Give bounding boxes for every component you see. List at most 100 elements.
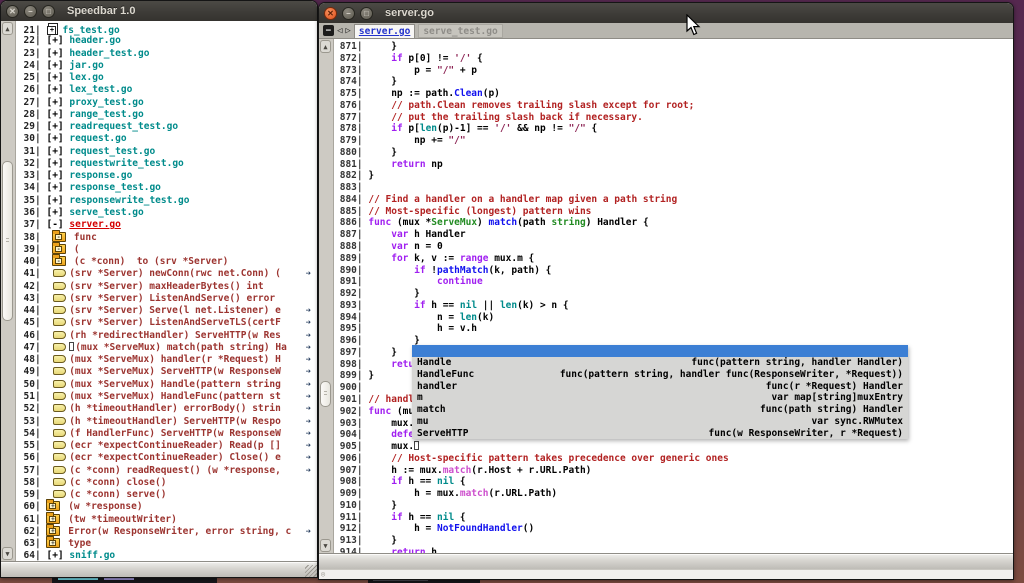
code-line[interactable]: 894| n = len(k) xyxy=(334,312,1013,324)
speedbar-file-item[interactable]: 22| [+] header.go xyxy=(17,35,317,47)
maximize-icon[interactable]: □ xyxy=(360,7,373,20)
code-line[interactable]: 874| } xyxy=(334,76,1013,88)
speedbar-file-item[interactable]: 33| [+] response.go xyxy=(17,170,317,182)
autocomplete-candidate[interactable]: handlerfunc(r *Request) Handler xyxy=(412,381,908,393)
item-label[interactable]: jar.go xyxy=(69,60,103,71)
tag-icon[interactable] xyxy=(53,404,66,412)
close-icon[interactable]: ✕ xyxy=(6,5,19,18)
speedbar-file-item[interactable]: 37| [-] server.go xyxy=(17,219,317,231)
speedbar-file-item[interactable]: 35| [+] responsewrite_test.go xyxy=(17,195,317,207)
code-line[interactable]: 883| xyxy=(334,182,1013,194)
item-label[interactable]: header.go xyxy=(69,35,120,46)
speedbar-tag-item[interactable]: 55| (ecr *expectContinueReader) Read(p [… xyxy=(17,440,317,452)
expand-icon[interactable]: [+] xyxy=(46,133,63,144)
item-label[interactable]: (srv *Server) ListenAndServeTLS(certF xyxy=(69,317,281,328)
autocomplete-candidate[interactable]: HandleFuncfunc(pattern string, handler f… xyxy=(412,369,908,381)
code-line[interactable]: 906| // Host-specific pattern takes prec… xyxy=(334,453,1013,465)
expand-icon[interactable]: [+] xyxy=(46,60,63,71)
speedbar-tag-item[interactable]: 48| (mux *ServeMux) handler(r *Request) … xyxy=(17,354,317,366)
code-line[interactable]: 893| if h == nil || len(k) > n { xyxy=(334,300,1013,312)
code-line[interactable]: 877| // put the trailing slash back if n… xyxy=(334,112,1013,124)
closed-folder-icon[interactable]: + xyxy=(46,501,60,511)
item-label[interactable]: range_test.go xyxy=(69,109,143,120)
item-label[interactable]: proxy_test.go xyxy=(69,97,143,108)
code-line[interactable]: 879| np += "/" xyxy=(334,135,1013,147)
expand-icon[interactable]: [+] xyxy=(46,48,63,59)
file-page-icon[interactable] xyxy=(48,23,58,35)
tag-icon[interactable] xyxy=(53,355,66,363)
item-label[interactable]: (srv *Server) ListenAndServe() error xyxy=(69,293,275,304)
scroll-up-icon[interactable]: ▲ xyxy=(320,40,331,53)
code-line[interactable]: 887| var h Handler xyxy=(334,229,1013,241)
expand-icon[interactable]: [+] xyxy=(46,207,63,218)
code-line[interactable]: 885| // Most-specific (longest) pattern … xyxy=(334,206,1013,218)
tab-back-icon[interactable]: ◁ xyxy=(337,24,342,38)
closed-folder-icon[interactable]: + xyxy=(46,514,60,524)
speedbar-tag-item[interactable]: 63| + type xyxy=(17,538,317,550)
editor-scrollbar-thumb[interactable] xyxy=(320,381,331,407)
minimize-icon[interactable]: – xyxy=(342,7,355,20)
speedbar-file-item[interactable]: 24| [+] jar.go xyxy=(17,60,317,72)
speedbar-titlebar[interactable]: ✕ – □ Speedbar 1.0 xyxy=(1,1,317,21)
speedbar-file-item[interactable]: 21| fs_test.go xyxy=(17,23,317,35)
expand-icon[interactable]: [+] xyxy=(46,158,63,169)
tag-icon[interactable] xyxy=(53,318,66,326)
tag-icon[interactable] xyxy=(53,306,66,314)
item-label[interactable]: server.go xyxy=(69,219,120,230)
expand-icon[interactable]: [+] xyxy=(46,97,63,108)
expand-icon[interactable]: [+] xyxy=(46,109,63,120)
tag-icon[interactable] xyxy=(53,331,66,339)
speedbar-file-item[interactable]: 30| [+] request.go xyxy=(17,133,317,145)
item-label[interactable]: func xyxy=(74,232,97,243)
speedbar-file-item[interactable]: 26| [+] lex_test.go xyxy=(17,84,317,96)
expand-icon[interactable]: [+] xyxy=(46,35,63,46)
expand-icon[interactable]: [+] xyxy=(46,170,63,181)
item-label[interactable]: (h *timeoutHandler) errorBody() strin xyxy=(69,403,281,414)
item-label[interactable]: (f HandlerFunc) ServeHTTP(w ResponseW xyxy=(69,428,281,439)
autocomplete-candidate[interactable]: muvar sync.RWMutex xyxy=(412,416,908,428)
speedbar-file-item[interactable]: 36| [+] serve_test.go xyxy=(17,207,317,219)
speedbar-file-item[interactable]: 64| [+] sniff.go xyxy=(17,550,317,561)
item-label[interactable]: (w *response) xyxy=(68,501,142,512)
speedbar-tag-item[interactable]: 46| (rh *redirectHandler) ServeHTTP(w Re… xyxy=(17,330,317,342)
item-label[interactable]: readrequest_test.go xyxy=(69,121,178,132)
item-label[interactable]: response_test.go xyxy=(69,182,161,193)
item-label[interactable]: (c *conn) readRequest() (w *response, xyxy=(69,465,281,476)
item-label[interactable]: (mux *ServeMux) Handle(pattern string xyxy=(69,379,281,390)
item-label[interactable]: response.go xyxy=(69,170,132,181)
code-line[interactable]: 892| } xyxy=(334,288,1013,300)
item-label[interactable]: serve_test.go xyxy=(69,207,143,218)
speedbar-tag-item[interactable]: 57| (c *conn) readRequest() (w *response… xyxy=(17,465,317,477)
item-label[interactable]: (mux *ServeMux) match(path string) Ha xyxy=(75,342,287,353)
code-line[interactable]: 907| h := mux.match(r.Host + r.URL.Path) xyxy=(334,465,1013,477)
open-folder-icon[interactable]: - xyxy=(52,244,66,254)
code-line[interactable]: 912| h = NotFoundHandler() xyxy=(334,523,1013,535)
item-label[interactable]: (srv *Server) Serve(l net.Listener) e xyxy=(69,305,281,316)
item-label[interactable]: (mux *ServeMux) ServeHTTP(w ResponseW xyxy=(69,366,281,377)
close-icon[interactable]: ✕ xyxy=(324,7,337,20)
autocomplete-selection[interactable] xyxy=(412,345,908,357)
tag-icon[interactable] xyxy=(53,429,66,437)
item-label[interactable]: (ecr *expectContinueReader) Close() e xyxy=(69,452,281,463)
maximize-icon[interactable]: □ xyxy=(42,5,55,18)
tabbar-minus-button[interactable]: − xyxy=(323,25,334,36)
code-line[interactable]: 884| // Find a handler on a handler map … xyxy=(334,194,1013,206)
code-line[interactable]: 873| p = "/" + p xyxy=(334,65,1013,77)
code-line[interactable]: 881| return np xyxy=(334,159,1013,171)
tag-icon[interactable] xyxy=(53,282,66,290)
tag-icon[interactable] xyxy=(53,380,66,388)
tag-icon[interactable] xyxy=(53,466,66,474)
code-line[interactable]: 909| h = mux.match(r.URL.Path) xyxy=(334,488,1013,500)
tag-icon[interactable] xyxy=(53,453,66,461)
item-label[interactable]: (srv *Server) newConn(rwc net.Conn) ( xyxy=(69,268,281,279)
speedbar-file-item[interactable]: 32| [+] requestwrite_test.go xyxy=(17,158,317,170)
speedbar-tag-item[interactable]: 53| (h *timeoutHandler) ServeHTTP(w Resp… xyxy=(17,416,317,428)
speedbar-scrollbar-thumb[interactable] xyxy=(2,161,13,321)
speedbar-tag-item[interactable]: 42| (srv *Server) maxHeaderBytes() int xyxy=(17,281,317,293)
item-label[interactable]: ( xyxy=(74,244,80,255)
item-label[interactable]: (tw *timeoutWriter) xyxy=(68,514,177,525)
expand-icon[interactable]: [+] xyxy=(46,550,63,561)
item-label[interactable]: (c *conn) to (srv *Server) xyxy=(74,256,228,267)
tag-icon[interactable] xyxy=(53,367,66,375)
code-line[interactable]: 880| } xyxy=(334,147,1013,159)
